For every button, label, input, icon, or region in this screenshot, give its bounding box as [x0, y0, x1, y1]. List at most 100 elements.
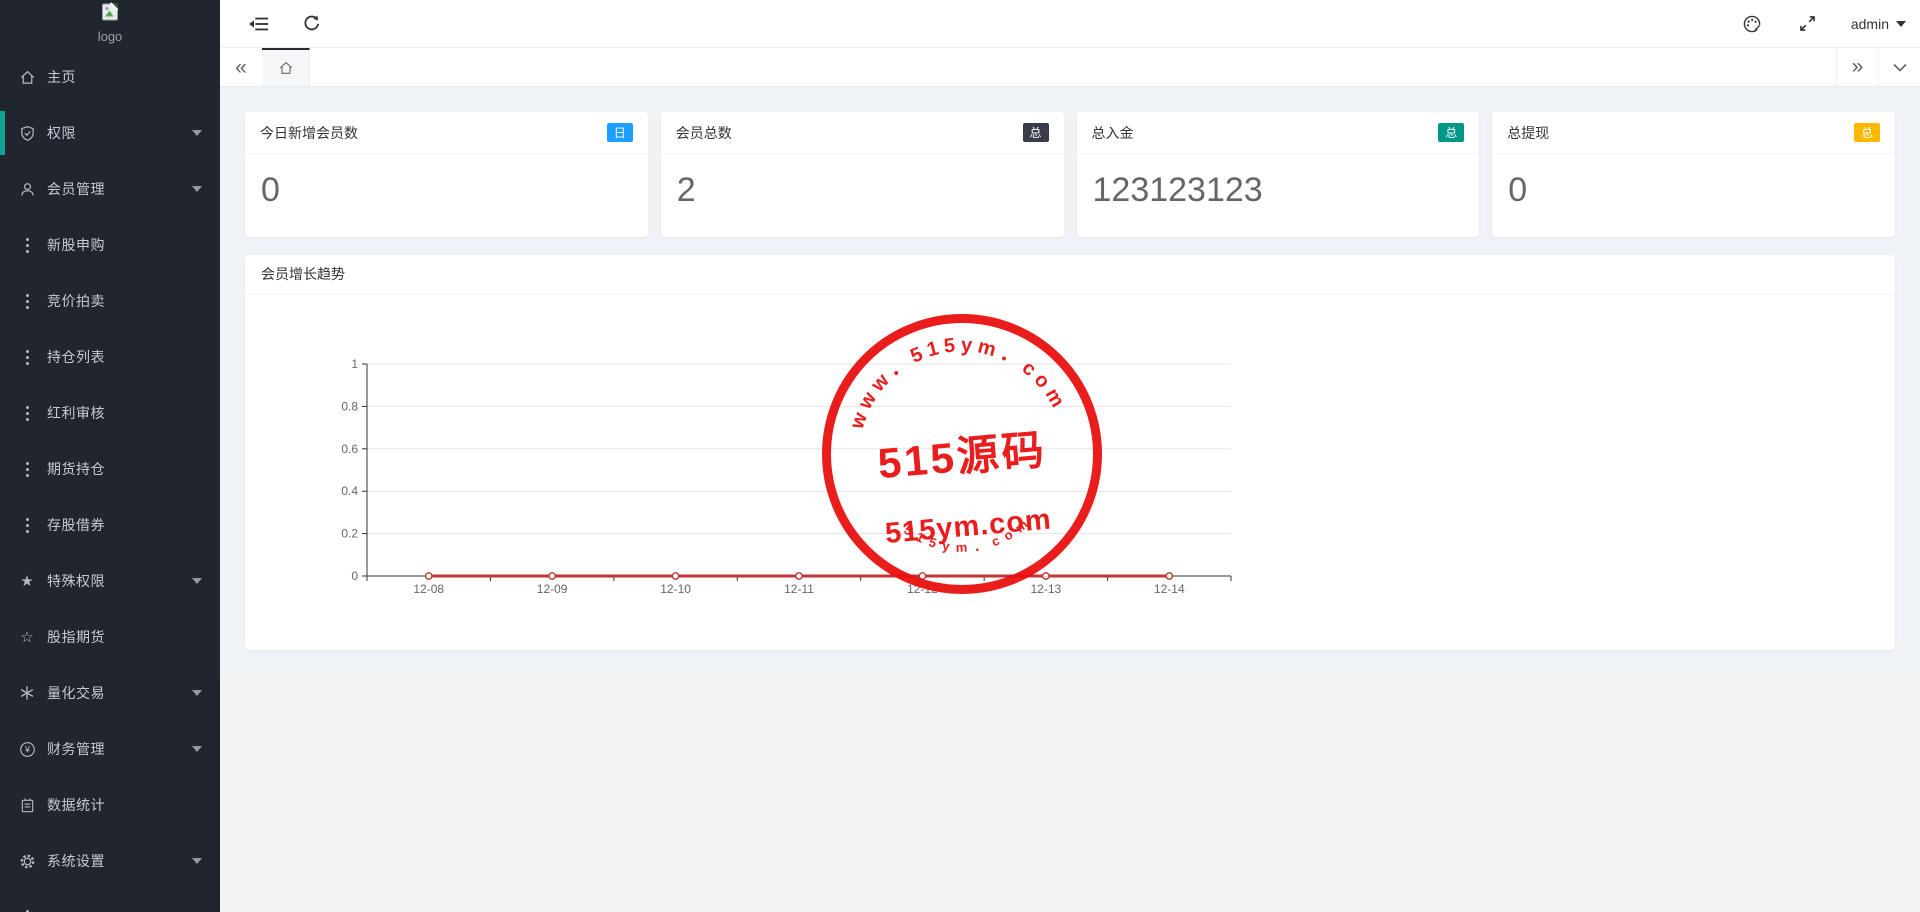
sidebar-item-special-permissions[interactable]: ★ 特殊权限	[0, 553, 220, 609]
sidebar-item-label: 系统设置	[47, 851, 192, 871]
sidebar-item-stock-lending[interactable]: 存股借券	[0, 497, 220, 553]
sidebar-item-label: 特殊权限	[47, 571, 192, 591]
stat-card-header: 今日新增会员数 日	[245, 112, 648, 154]
stat-card-total-deposits: 总入金 总 123123123	[1077, 112, 1480, 237]
data-point-marker	[426, 573, 432, 579]
data-point-marker	[1043, 573, 1049, 579]
status-badge: 总	[1854, 123, 1880, 142]
data-point-marker	[1166, 573, 1172, 579]
stat-cards-row: 今日新增会员数 日 0 会员总数 总 2 总入金 总 123123123	[245, 112, 1895, 237]
user-menu[interactable]: admin	[1851, 16, 1906, 32]
chevron-down-icon	[192, 130, 202, 141]
dots-vertical-icon	[18, 236, 36, 254]
status-badge: 日	[607, 123, 633, 142]
stat-card-value: 0	[245, 154, 648, 216]
sidebar-item-home[interactable]: 主页	[0, 49, 220, 105]
data-point-marker	[549, 573, 555, 579]
home-icon	[18, 68, 36, 86]
chevron-down-icon	[192, 858, 202, 869]
y-tick-label: 0.8	[341, 399, 358, 413]
sidebar-item-dividend-review[interactable]: 红利审核	[0, 385, 220, 441]
logo-alt-text: logo	[0, 29, 220, 45]
admin-dashboard-screen: logo 主页 权限 会员管理	[0, 0, 1920, 912]
sidebar-item-label: 主页	[47, 67, 202, 87]
sidebar-item-positions[interactable]: 持仓列表	[0, 329, 220, 385]
chevron-down-icon	[192, 186, 202, 197]
yen-circle-icon: ¥	[18, 740, 36, 758]
x-tick-label: 12-11	[784, 582, 814, 596]
topbar-right: admin	[1739, 0, 1906, 47]
tabbar-controls: »	[1836, 48, 1920, 86]
stat-card-header: 总提现 总	[1492, 112, 1895, 154]
sidebar-item-system-settings[interactable]: 系统设置	[0, 833, 220, 889]
sidebar-item-label: 数据统计	[47, 795, 202, 815]
watermark-center-text: 515源码	[876, 426, 1049, 488]
star-filled-icon: ★	[18, 572, 36, 590]
stat-card-title: 今日新增会员数	[260, 123, 358, 143]
user-icon	[18, 180, 36, 198]
gear-icon	[18, 852, 36, 870]
x-tick-label: 12-13	[1031, 582, 1062, 596]
sidebar-item-label: 持仓列表	[47, 347, 202, 367]
main-content: 今日新增会员数 日 0 会员总数 总 2 总入金 总 123123123	[220, 86, 1920, 673]
palette-icon[interactable]	[1739, 11, 1765, 37]
dots-vertical-icon	[18, 460, 36, 478]
chevron-down-icon	[192, 746, 202, 757]
stat-card-new-members-today: 今日新增会员数 日 0	[245, 112, 648, 237]
sidebar-item-futures-positions[interactable]: 期货持仓	[0, 441, 220, 497]
tabs-scroll-right-button[interactable]: »	[1836, 48, 1878, 86]
sidebar-item-statistics[interactable]: 数据统计	[0, 777, 220, 833]
y-tick-label: 1	[351, 357, 358, 371]
status-badge: 总	[1438, 123, 1464, 142]
dots-vertical-icon	[18, 516, 36, 534]
sidebar-item-label: 权限	[47, 123, 192, 143]
chevron-down-icon	[1896, 21, 1906, 32]
stat-card-title: 会员总数	[676, 123, 732, 143]
line-chart: 00.20.40.60.8112-0812-0912-1012-1112-121…	[245, 295, 1895, 650]
dots-vertical-icon	[18, 404, 36, 422]
sidebar-item-finance[interactable]: ¥ 财务管理	[0, 721, 220, 777]
member-growth-chart-card: 会员增长趋势 00.20.40.60.8112-0812-0912-1012-1…	[245, 255, 1895, 650]
broken-image-icon	[100, 2, 120, 22]
sidebar-item-label: 会员管理	[47, 179, 192, 199]
data-point-marker	[672, 573, 678, 579]
data-point-marker	[796, 573, 802, 579]
svg-text:¥: ¥	[24, 744, 30, 754]
chart-title: 会员增长趋势	[245, 255, 1895, 295]
status-badge: 总	[1023, 123, 1049, 142]
sidebar-item-quant-trading[interactable]: 量化交易	[0, 665, 220, 721]
y-tick-label: 0.6	[341, 442, 358, 456]
dots-vertical-icon	[18, 292, 36, 310]
sidebar-item-label: 期货持仓	[47, 459, 202, 479]
tabs-dropdown-button[interactable]	[1878, 48, 1920, 86]
y-tick-label: 0.2	[341, 527, 358, 541]
sidebar-menu: 主页 权限 会员管理 新股申购	[0, 49, 220, 912]
tabs-scroll-left-button[interactable]: «	[220, 48, 262, 86]
sidebar-item-label: 量化交易	[47, 683, 192, 703]
tab-home[interactable]	[262, 48, 310, 86]
star-outline-icon: ☆	[18, 628, 36, 646]
sidebar-item-members[interactable]: 会员管理	[0, 161, 220, 217]
y-tick-label: 0	[351, 569, 358, 583]
sidebar: logo 主页 权限 会员管理	[0, 0, 220, 912]
username-label: admin	[1851, 16, 1889, 32]
sidebar-item-auction[interactable]: 竞价拍卖	[0, 273, 220, 329]
asterisk-icon	[18, 684, 36, 702]
x-tick-label: 12-14	[1154, 582, 1185, 596]
sidebar-item-more[interactable]	[0, 889, 220, 912]
sidebar-item-ipo[interactable]: 新股申购	[0, 217, 220, 273]
dots-vertical-icon	[18, 908, 36, 912]
refresh-icon[interactable]	[298, 11, 324, 37]
sidebar-item-permissions[interactable]: 权限	[0, 105, 220, 161]
x-tick-label: 12-09	[537, 582, 568, 596]
stat-card-value: 0	[1492, 154, 1895, 216]
topbar-left	[220, 0, 324, 47]
chevron-down-icon	[192, 690, 202, 701]
sidebar-item-index-futures[interactable]: ☆ 股指期货	[0, 609, 220, 665]
stat-card-header: 总入金 总	[1077, 112, 1480, 154]
menu-fold-icon[interactable]	[246, 11, 272, 37]
sidebar-item-label: 竞价拍卖	[47, 291, 202, 311]
fullscreen-icon[interactable]	[1795, 11, 1821, 37]
y-tick-label: 0.4	[341, 484, 358, 498]
dots-vertical-icon	[18, 348, 36, 366]
